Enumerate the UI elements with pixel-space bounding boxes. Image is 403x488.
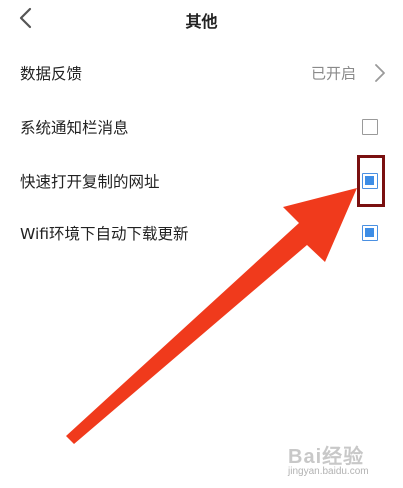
chevron-right-icon	[375, 64, 385, 82]
watermark-logo: Bai经验	[288, 446, 365, 468]
annotation-highlight-box	[357, 155, 385, 207]
header-bar: 其他	[0, 0, 403, 38]
setting-value: 已开启	[310, 64, 356, 83]
page-title: 其他	[185, 12, 218, 31]
setting-label: 系统通知栏消息	[20, 119, 129, 137]
setting-row-quick-open-url[interactable]: 快速打开复制的网址	[0, 155, 403, 207]
watermark: Bai经验 jingyan.baidu.com	[288, 440, 396, 480]
checkbox-fill	[365, 228, 374, 237]
setting-row-wifi-auto-update[interactable]: Wifi环境下自动下载更新	[0, 207, 403, 259]
wifi-auto-update-checkbox[interactable]	[362, 225, 378, 241]
settings-screen: 其他 数据反馈 已开启 系统通知栏消息 快速打开复制的网址 Wifi环境下自动下…	[0, 0, 403, 488]
setting-label: 数据反馈	[20, 65, 83, 83]
watermark-url: jingyan.baidu.com	[288, 466, 369, 477]
setting-label: 快速打开复制的网址	[20, 173, 160, 191]
notification-checkbox[interactable]	[362, 119, 378, 135]
setting-row-data-feedback[interactable]: 数据反馈 已开启	[0, 47, 403, 99]
setting-label: Wifi环境下自动下载更新	[20, 225, 189, 243]
setting-row-system-notification[interactable]: 系统通知栏消息	[0, 101, 403, 153]
